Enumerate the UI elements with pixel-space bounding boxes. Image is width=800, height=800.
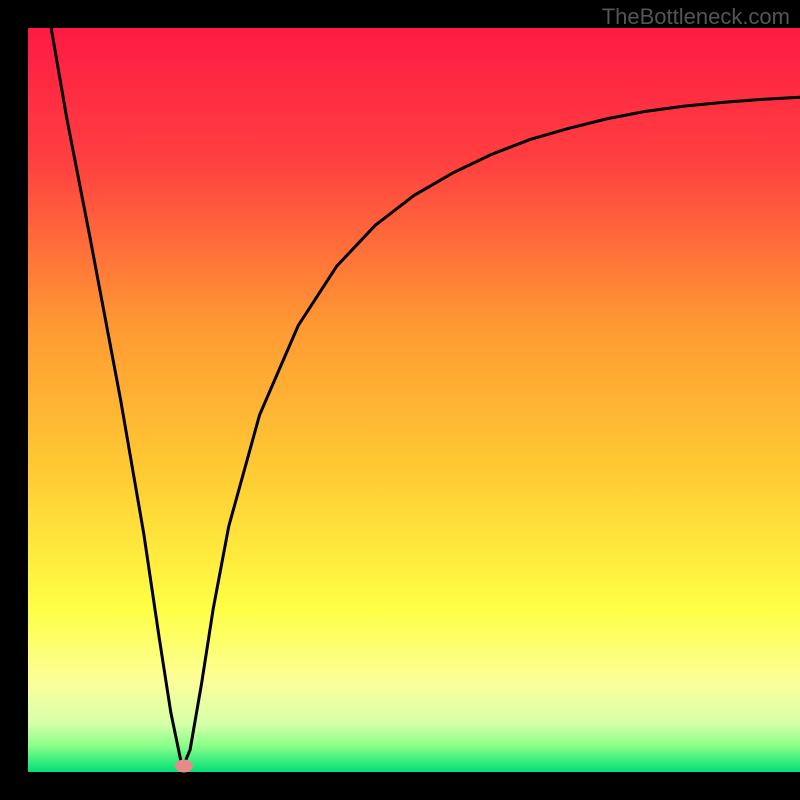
bottleneck-chart [0,0,800,800]
plot-background [28,28,800,772]
chart-container: TheBottleneck.com [0,0,800,800]
optimum-marker [175,760,193,773]
watermark-text: TheBottleneck.com [602,4,790,30]
